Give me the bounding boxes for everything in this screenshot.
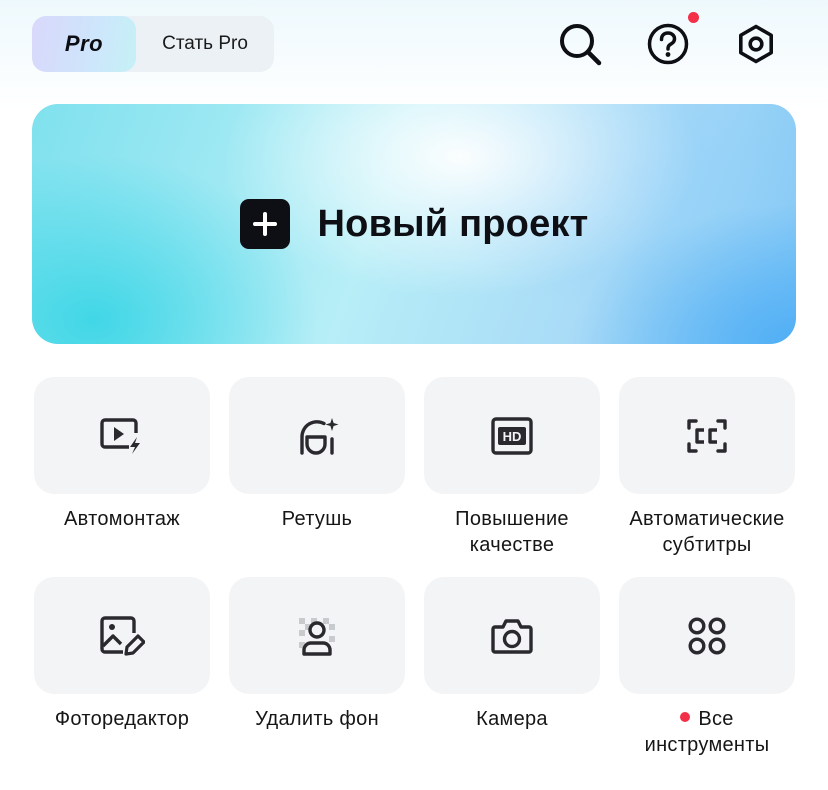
tool-tile[interactable]: [619, 377, 795, 494]
tool-label: Фоторедактор: [54, 708, 190, 730]
tool-tile[interactable]: [229, 577, 405, 694]
remove-background-icon: [299, 617, 335, 656]
tool-label: Повышение качестве: [455, 508, 569, 556]
tool-label: Автомонтаж: [64, 508, 180, 530]
tool-auto-edit[interactable]: Автомонтаж: [24, 377, 220, 532]
tool-label: Все инструменты: [609, 706, 805, 758]
all-tools-icon: [688, 616, 726, 655]
new-project-title: Новый проект: [317, 202, 589, 245]
tool-tile[interactable]: [34, 377, 210, 494]
notification-dot: [688, 12, 699, 23]
new-project-banner[interactable]: Новый проект: [32, 104, 796, 344]
tool-enhance-quality[interactable]: HD Повышение качестве: [414, 377, 610, 558]
tool-tile[interactable]: [34, 577, 210, 694]
tool-tile[interactable]: HD: [424, 377, 600, 494]
pro-upgrade-pill[interactable]: Pro Стать Pro: [32, 16, 274, 72]
tool-label: Автоматические субтитры: [629, 508, 785, 556]
tool-auto-captions[interactable]: Автоматические субтитры: [609, 377, 805, 558]
tool-tile[interactable]: [424, 577, 600, 694]
tool-camera[interactable]: Камера: [414, 577, 610, 732]
help-icon: [647, 23, 689, 65]
hd-icon: HD: [491, 416, 533, 455]
search-button[interactable]: [556, 20, 604, 68]
settings-button[interactable]: [732, 20, 780, 68]
tool-tile[interactable]: [229, 377, 405, 494]
search-icon: [560, 24, 602, 66]
become-pro-label: Стать Pro: [162, 33, 248, 54]
photo-editor-icon: [100, 615, 145, 656]
tool-photo-editor[interactable]: Фоторедактор: [24, 577, 220, 732]
help-button[interactable]: [644, 12, 699, 68]
tool-all-tools[interactable]: Все инструменты: [609, 577, 805, 758]
camera-icon: [491, 618, 533, 654]
tool-label: Удалить фон: [255, 708, 379, 730]
tool-tile[interactable]: [619, 577, 795, 694]
pro-badge: Pro: [32, 16, 136, 72]
retouch-icon: [300, 417, 339, 455]
auto-edit-icon: [100, 417, 140, 454]
settings-icon: [739, 24, 774, 64]
tool-label: Ретушь: [281, 508, 353, 530]
captions-icon: [687, 418, 727, 453]
svg-text:HD: HD: [503, 429, 522, 444]
tool-remove-background[interactable]: Удалить фон: [219, 577, 415, 732]
tool-label: Камера: [476, 708, 548, 730]
plus-icon: [239, 199, 290, 249]
tool-retouch[interactable]: Ретушь: [219, 377, 415, 532]
notification-dot: [680, 712, 691, 722]
tool-label-text: Все инструменты: [644, 708, 770, 756]
